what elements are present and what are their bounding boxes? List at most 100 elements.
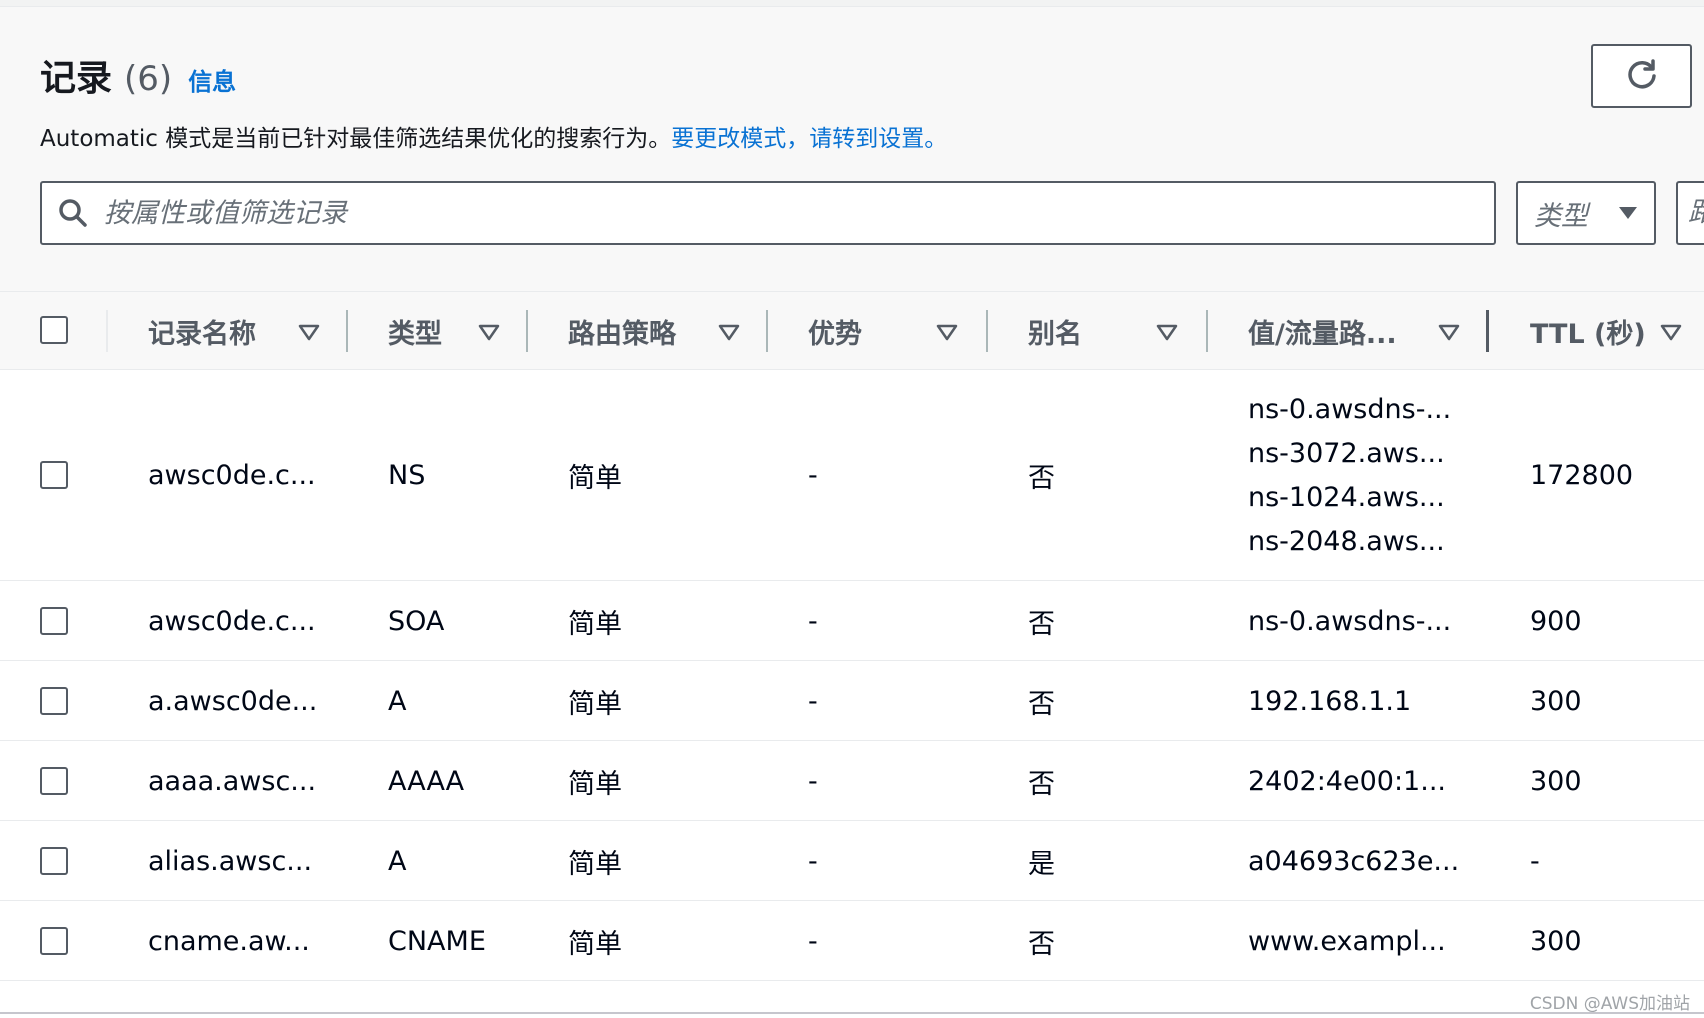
refresh-button[interactable] [1591,44,1692,108]
title-row: 记录 (6) 信息 [40,49,236,101]
refresh-icon [1625,59,1659,93]
record-value: 192.168.1.1 [1248,685,1412,717]
column-header-label: TTL (秒) [1530,319,1646,350]
column-divider[interactable] [986,310,988,352]
column-header-label: 优势 [808,319,862,350]
record-type: SOA [388,605,445,637]
record-name[interactable]: cname.aw... [148,901,310,981]
alias: 是 [1028,848,1055,880]
routing-filter-label: 路 [1688,197,1704,228]
ttl: 300 [1530,765,1582,797]
record-name[interactable]: alias.awsc... [148,821,312,901]
page-title: 记录 [40,58,113,99]
search-input[interactable] [104,197,1494,229]
record-value: ns-0.awsdns-... [1248,605,1452,637]
ttl: 172800 [1530,460,1634,491]
advantage: - [808,845,818,877]
column-divider[interactable] [1206,310,1208,352]
record-value: ns-1024.aws... [1248,481,1445,513]
table-row[interactable]: awsc0de.c... NS 简单 - 否 ns-0.awsdns-... n… [0,370,1704,581]
type-filter-label: 类型 [1534,200,1588,232]
alias: 否 [1028,768,1055,800]
table-row[interactable]: aaaa.awsc... AAAA 简单 - 否 2402:4e00:1... … [0,741,1704,821]
column-header-ttl[interactable]: TTL (秒) [1530,292,1704,371]
sort-icon[interactable] [1156,323,1178,341]
table-header-panel: 记录 (6) 信息 Automatic 模式是当前已针对最佳筛选结果优化的搜索行… [0,7,1704,291]
sort-icon[interactable] [1438,323,1460,341]
alias: 否 [1028,608,1055,640]
search-field[interactable] [40,181,1496,245]
column-header-name[interactable]: 记录名称 [148,292,338,371]
row-checkbox[interactable] [40,927,68,955]
select-all-checkbox[interactable] [40,316,68,344]
record-name[interactable]: awsc0de.c... [148,370,316,581]
sort-icon[interactable] [298,323,320,341]
column-divider[interactable] [766,310,768,352]
routing-policy: 简单 [568,928,622,960]
record-value: ns-3072.aws... [1248,437,1445,469]
table-row[interactable]: awsc0de.c... SOA 简单 - 否 ns-0.awsdns-... … [0,581,1704,661]
column-header-label: 类型 [388,319,442,350]
record-value: ns-0.awsdns-... [1248,393,1452,425]
type-filter-select[interactable]: 类型 [1516,181,1656,245]
sort-icon[interactable] [1660,323,1682,341]
table-header-row: 记录名称 类型 路由策略 优势 别名 值/流量路... TTL (秒) [0,291,1704,370]
column-divider[interactable] [526,310,528,352]
record-name[interactable]: a.awsc0de... [148,661,317,741]
watermark: CSDN @AWS加油站 [1529,994,1690,1014]
column-header-label: 别名 [1028,319,1082,350]
column-header-routing[interactable]: 路由策略 [568,292,748,371]
row-checkbox[interactable] [40,687,68,715]
search-icon [58,198,88,228]
routing-policy: 简单 [568,608,622,640]
sort-icon[interactable] [478,323,500,341]
record-values: ns-0.awsdns-... ns-3072.aws... ns-1024.a… [1248,370,1451,581]
info-link[interactable]: 信息 [188,62,236,97]
column-divider[interactable] [1486,310,1489,352]
record-type: NS [388,460,426,491]
sort-icon[interactable] [936,323,958,341]
column-header-value[interactable]: 值/流量路... [1248,292,1468,371]
alias: 否 [1028,463,1055,494]
alias: 否 [1028,688,1055,720]
ttl: 900 [1530,605,1582,637]
record-count: (6) [124,59,173,99]
alias: 否 [1028,928,1055,960]
records-table: 记录名称 类型 路由策略 优势 别名 值/流量路... TTL (秒) awsc… [0,291,1704,981]
column-divider [106,310,108,352]
ttl: - [1530,845,1540,877]
top-border [0,0,1704,7]
routing-policy: 简单 [568,848,622,880]
record-value: www.exampl... [1248,925,1446,957]
row-checkbox[interactable] [40,767,68,795]
column-header-alias[interactable]: 别名 [1028,292,1198,371]
table-row[interactable]: alias.awsc... A 简单 - 是 a04693c623e... - [0,821,1704,901]
advantage: - [808,460,818,491]
routing-policy: 简单 [568,463,622,494]
record-name[interactable]: awsc0de.c... [148,581,316,661]
record-value: a04693c623e... [1248,845,1460,877]
record-name[interactable]: aaaa.awsc... [148,741,316,821]
advantage: - [808,765,818,797]
column-header-label: 值/流量路... [1248,319,1397,350]
routing-filter-select[interactable]: 路 [1676,181,1704,245]
column-divider[interactable] [346,310,348,352]
routing-policy: 简单 [568,688,622,720]
caret-down-icon [1618,205,1638,221]
change-mode-link[interactable]: 要更改模式，请转到设置。 [671,126,947,152]
record-type: A [388,685,407,717]
column-header-type[interactable]: 类型 [388,292,518,371]
table-row[interactable]: a.awsc0de... A 简单 - 否 192.168.1.1 300 [0,661,1704,741]
table-row[interactable]: cname.aw... CNAME 简单 - 否 www.exampl... 3… [0,901,1704,981]
record-value: ns-2048.aws... [1248,525,1445,557]
row-checkbox[interactable] [40,461,68,489]
record-type: AAAA [388,765,465,797]
bottom-border [0,1012,1704,1014]
advantage: - [808,925,818,957]
sort-icon[interactable] [718,323,740,341]
ttl: 300 [1530,685,1582,717]
search-mode-description: Automatic 模式是当前已针对最佳筛选结果优化的搜索行为。要更改模式，请转… [40,119,947,153]
row-checkbox[interactable] [40,607,68,635]
row-checkbox[interactable] [40,847,68,875]
column-header-advantage[interactable]: 优势 [808,292,978,371]
